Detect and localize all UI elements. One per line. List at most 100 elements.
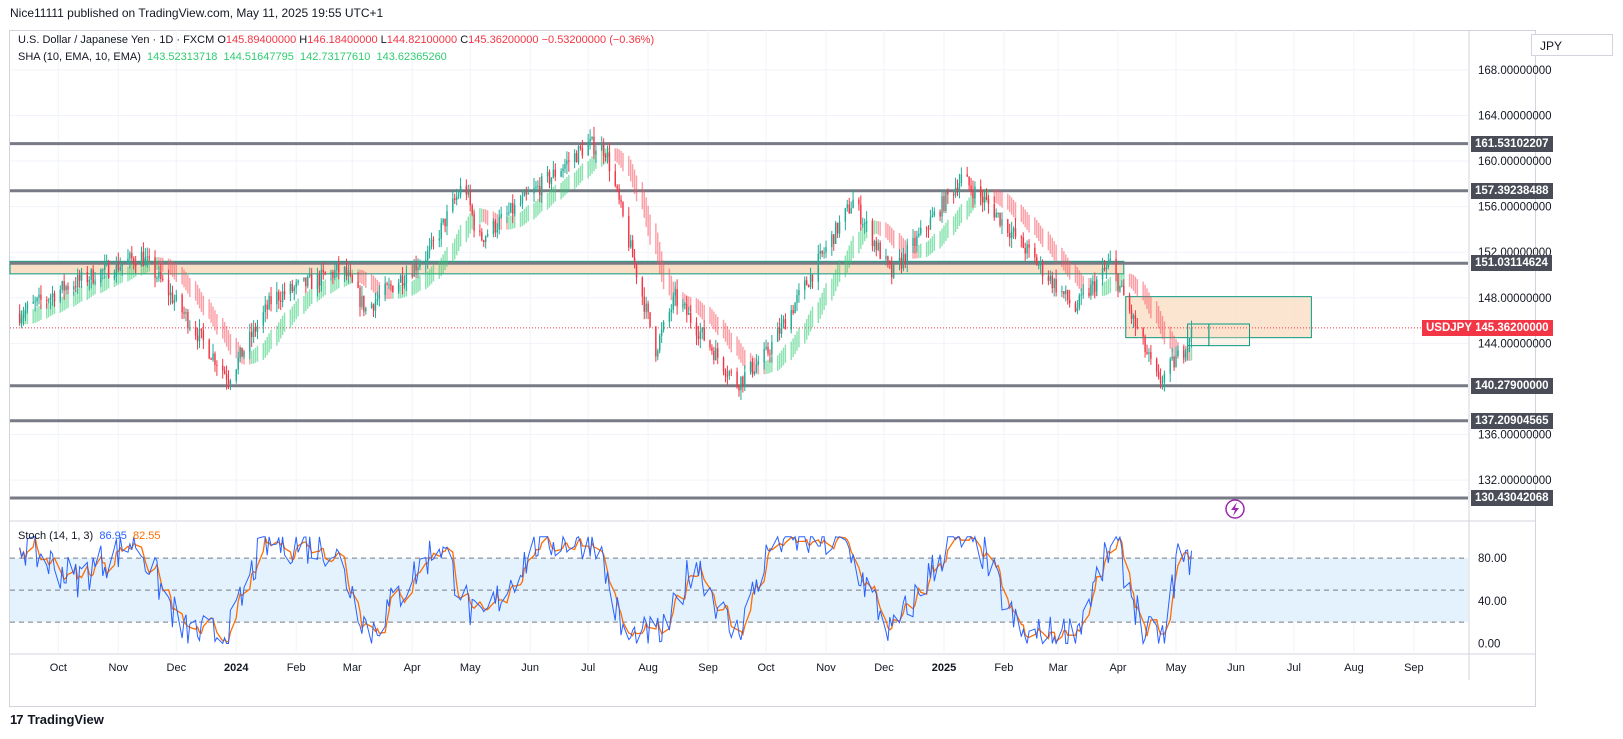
sha-bar [581, 163, 584, 181]
sha-bar [999, 190, 1001, 206]
candle-body [194, 327, 197, 336]
candle-body [239, 347, 241, 358]
candle-body [80, 272, 83, 281]
candle-body [918, 233, 920, 236]
candle-body [78, 275, 81, 281]
candle-body [1132, 315, 1135, 319]
sha-bar [848, 245, 850, 268]
sha-bar [1034, 217, 1036, 236]
candle-body [198, 328, 201, 342]
candle-body [589, 138, 591, 142]
candle-body [34, 301, 36, 303]
sha-bar [1103, 281, 1106, 296]
candle-body [686, 303, 688, 315]
candle-body [223, 370, 226, 374]
sha-bar [1068, 260, 1071, 280]
candle-body [237, 357, 239, 370]
sha-bar [1161, 316, 1164, 340]
candle-body [1076, 307, 1079, 312]
candle-body [210, 358, 212, 360]
sha-bar [105, 274, 108, 290]
candle-body [717, 348, 719, 358]
candle-body [117, 261, 120, 270]
candle-body [645, 303, 647, 312]
chart-canvas[interactable]: Oct Nov Dec 2024 Feb Mar Apr May Jun Jul Aug Sep Oct… [0, 0, 1623, 739]
candle-body [119, 266, 121, 270]
candle-body [357, 281, 359, 288]
sha-bar [283, 312, 286, 332]
sha-bar [227, 330, 230, 351]
candle-body [821, 250, 823, 254]
level-price-tag: 151.03114624 [1471, 255, 1552, 272]
sha-bar [960, 204, 963, 223]
candle-body [846, 204, 849, 209]
candle-body [94, 282, 96, 284]
sha-bar [428, 269, 431, 286]
candle-body [88, 280, 91, 283]
sha-bar [254, 347, 257, 363]
candle-body [452, 198, 454, 212]
sha-bar [479, 208, 481, 224]
candle-body [1067, 290, 1069, 300]
candle-body [338, 264, 340, 273]
candle-body [512, 203, 514, 214]
stochastic-pane [10, 535, 1468, 646]
sha-bar [293, 303, 295, 323]
sha-bar [256, 345, 259, 362]
candle-body [438, 238, 441, 241]
price-axis-label: 132.00000000 [1478, 475, 1552, 487]
candle-body [465, 185, 468, 195]
candle-body [987, 199, 990, 205]
candle-body [1094, 281, 1096, 292]
sha-bar [947, 219, 949, 239]
sha-bar [535, 200, 537, 218]
candle-body [541, 176, 543, 196]
sha-bar [36, 307, 38, 323]
tradingview-logo[interactable]: 17 TradingView [10, 712, 104, 727]
candle-body [484, 236, 487, 243]
candle-body [670, 309, 673, 313]
candle-body [454, 198, 456, 201]
candle-body [486, 234, 489, 237]
candle-body [778, 327, 781, 334]
candle-body [154, 257, 156, 279]
sha-bar [483, 209, 485, 223]
candle-body [1041, 261, 1044, 277]
sha-bar [968, 197, 970, 217]
candle-body [1105, 267, 1108, 270]
candle-body [844, 208, 847, 222]
sha-bar [38, 305, 40, 322]
sha-bar [635, 175, 638, 202]
candle-body [1103, 268, 1106, 270]
sha-bar [510, 215, 512, 230]
sha-bar [995, 189, 997, 204]
candle-body [75, 286, 77, 288]
sha-bar [1067, 257, 1069, 277]
sha-bar [262, 343, 265, 360]
currency-selector[interactable]: JPY [1531, 34, 1613, 56]
sha-bar [1105, 280, 1108, 296]
sha-bar [322, 280, 324, 297]
candle-body [59, 289, 62, 302]
candle-body [392, 285, 394, 292]
time-axis-label: Dec [874, 662, 894, 674]
time-axis-label: Mar [1049, 662, 1068, 674]
sha-bar [1010, 197, 1013, 215]
sha-bar [442, 254, 444, 274]
candle-body [738, 386, 740, 391]
candle-body [293, 287, 295, 292]
sha-bar [925, 242, 928, 257]
sha-bar [214, 310, 216, 331]
candle-body [73, 286, 75, 290]
candle-body [995, 213, 997, 218]
sha-bar [885, 222, 887, 238]
sha-bar [1130, 273, 1133, 289]
sha-bar [446, 247, 448, 267]
candle-body [587, 141, 589, 156]
candle-body [602, 144, 605, 157]
sha-bar [838, 260, 841, 282]
candle-body [658, 335, 661, 351]
candle-body [672, 296, 674, 310]
sha-bar [131, 264, 133, 280]
time-axis-label: Jun [1227, 662, 1245, 674]
